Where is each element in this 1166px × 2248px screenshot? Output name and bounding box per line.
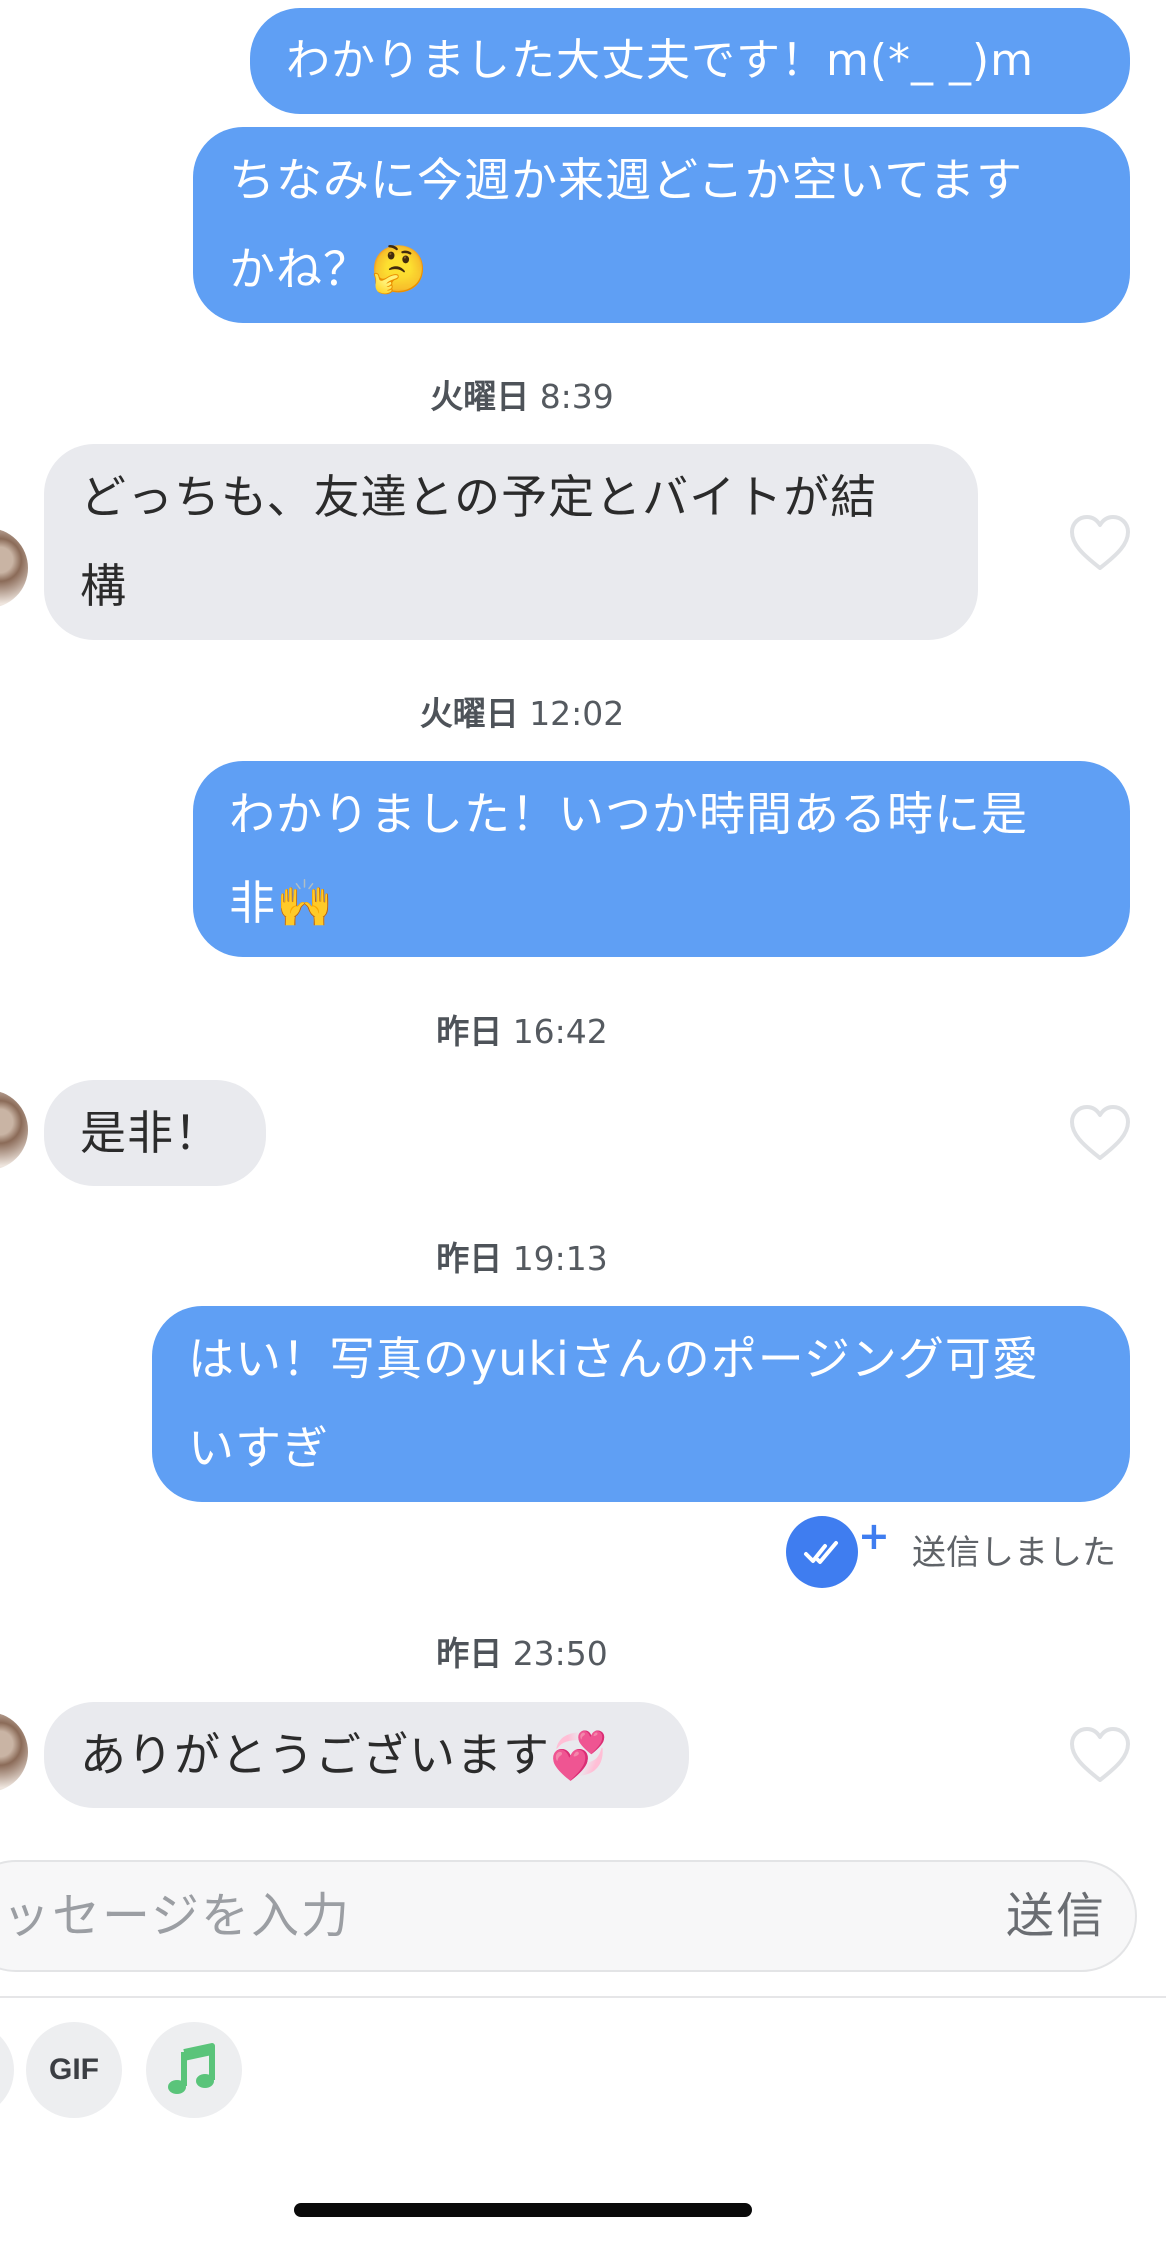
gif-label: GIF xyxy=(49,2053,99,2086)
timestamp-time: 19:13 xyxy=(512,1239,608,1278)
message-bubble-incoming[interactable]: 是非！ xyxy=(44,1080,266,1186)
avatar[interactable] xyxy=(0,1712,28,1792)
message-text: わかりました大丈夫です！m(*_ _)m xyxy=(286,35,1035,86)
timestamp: 昨日 23:50 xyxy=(0,1634,1044,1674)
plus-icon: + xyxy=(858,1514,890,1558)
heart-outline-icon[interactable] xyxy=(1068,1104,1132,1162)
timestamp-time: 16:42 xyxy=(512,1012,608,1051)
message-bubble-incoming[interactable]: どっちも、友達との予定とバイトが結 構 xyxy=(44,444,978,640)
music-note-icon xyxy=(168,2043,215,2094)
message-bubble-outgoing[interactable]: わかりました！いつか時間ある時に是 非🙌 xyxy=(193,761,1130,957)
message-text: ちなみに今週か来週どこか空いてます xyxy=(229,153,1023,207)
message-text: かね？🤔 xyxy=(229,242,429,296)
timestamp-day: 火曜日 xyxy=(419,694,519,733)
message-input-placeholder: メッセージを入力 xyxy=(0,1888,352,1944)
timestamp-day: 昨日 xyxy=(436,1239,503,1278)
message-bubble-outgoing[interactable]: わかりました大丈夫です！m(*_ _)m xyxy=(250,8,1130,114)
timestamp: 昨日 19:13 xyxy=(0,1239,1044,1279)
avatar[interactable] xyxy=(0,528,28,608)
music-button[interactable] xyxy=(146,2022,242,2118)
message-text: ありがとうございます💞 xyxy=(80,1728,609,1782)
message-text: 構 xyxy=(80,559,127,613)
heart-outline-icon[interactable] xyxy=(1068,1726,1132,1784)
heart-outline-icon[interactable] xyxy=(1068,514,1132,572)
message-text: 是非！ xyxy=(80,1106,221,1160)
timestamp: 火曜日 8:39 xyxy=(0,377,1044,417)
message-text: はい！写真のyukiさんのポージング可愛 xyxy=(188,1332,1039,1386)
timestamp-day: 昨日 xyxy=(436,1012,503,1051)
timestamp-time: 8:39 xyxy=(539,377,614,416)
gif-button[interactable]: GIF xyxy=(26,2022,122,2118)
message-bubble-outgoing[interactable]: ちなみに今週か来週どこか空いてます かね？🤔 xyxy=(193,127,1130,323)
timestamp: 昨日 16:42 xyxy=(0,1012,1044,1052)
message-text: 非🙌 xyxy=(229,876,335,930)
timestamp-day: 昨日 xyxy=(436,1634,503,1673)
double-check-icon xyxy=(804,1541,838,1564)
timestamp: 火曜日 12:02 xyxy=(0,694,1044,734)
message-bubble-outgoing[interactable]: はい！写真のyukiさんのポージング可愛 いすぎ xyxy=(152,1306,1130,1502)
sent-status-label: 送信しました xyxy=(912,1533,1116,1573)
sent-status-badge xyxy=(786,1516,858,1588)
timestamp-day: 火曜日 xyxy=(430,377,530,416)
message-text: いすぎ xyxy=(188,1421,329,1475)
divider xyxy=(0,1996,1166,1998)
avatar[interactable] xyxy=(0,1090,28,1170)
home-indicator[interactable] xyxy=(294,2203,752,2217)
timestamp-time: 23:50 xyxy=(512,1634,608,1673)
timestamp-time: 12:02 xyxy=(529,694,625,733)
chat-screen: わかりました大丈夫です！m(*_ _)m ちなみに今週か来週どこか空いてます か… xyxy=(0,0,1166,2248)
message-bubble-incoming[interactable]: ありがとうございます💞 xyxy=(44,1702,689,1808)
message-text: わかりました！いつか時間ある時に是 xyxy=(229,787,1028,841)
attachment-button-partial[interactable] xyxy=(0,2022,14,2118)
message-text: どっちも、友達との予定とバイトが結 xyxy=(80,470,878,524)
send-button[interactable]: 送信 xyxy=(1006,1884,1106,1948)
